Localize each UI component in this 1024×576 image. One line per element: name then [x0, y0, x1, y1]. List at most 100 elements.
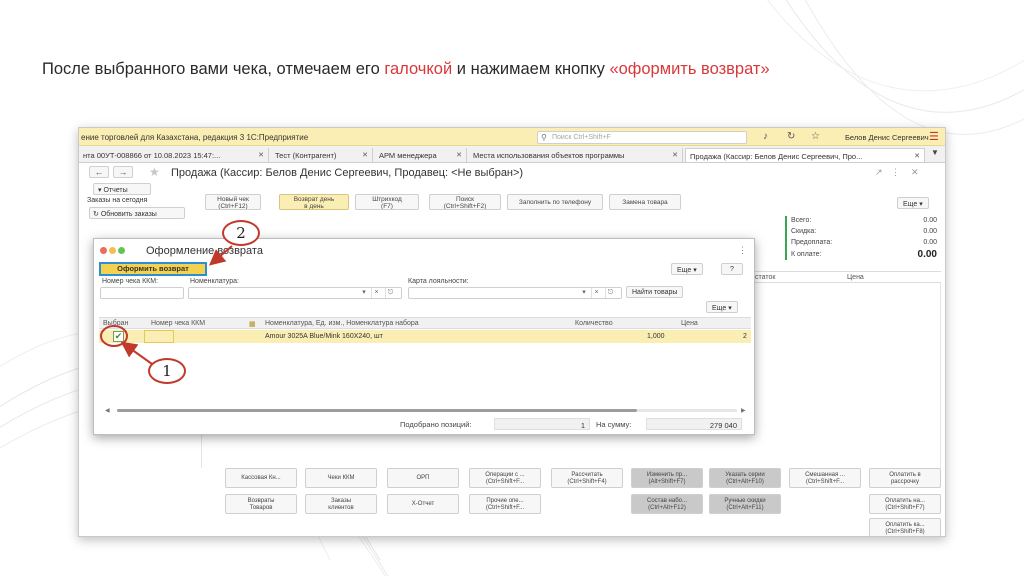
pay-card-button[interactable]: Оплатить ка... (Ctrl+Shift+F8)	[869, 518, 941, 536]
replace-goods-button[interactable]: Замена товара	[609, 194, 681, 210]
summary-accent-bar	[785, 216, 787, 260]
tab-manager-workplace[interactable]: АРМ менеджера ✕	[375, 148, 467, 162]
clear-icon[interactable]: ×	[591, 288, 601, 298]
favorite-star-icon[interactable]: ★	[149, 165, 160, 179]
change-price-button[interactable]: Изменить пр... (Alt+Shift+F7)	[631, 468, 703, 488]
return-dialog: Оформление возврата ⋮ Оформить возврат Е…	[93, 238, 755, 435]
button-line1: Состав набо...	[647, 498, 687, 504]
tab-sale[interactable]: Продажа (Кассир: Белов Денис Сергеевич, …	[685, 148, 925, 162]
button-line1: Чеки ККМ	[327, 475, 355, 481]
discount-label: Скидка:	[791, 228, 817, 235]
more-icon[interactable]: ⋮	[738, 245, 747, 256]
returns-table-header: Выбран Номер чека ККМ ▦ Номенклатура, Ед…	[99, 317, 751, 329]
forward-button[interactable]: →	[113, 166, 133, 178]
receipt-number-label: Номер чека ККМ:	[102, 278, 159, 285]
pay-installments-button[interactable]: Оплатить в рассрочку	[869, 468, 941, 488]
dropdown-icon[interactable]: ▾	[579, 288, 589, 298]
more-icon[interactable]: ⋮	[891, 167, 900, 178]
tab-label: Тест (Контрагент)	[275, 151, 337, 160]
close-dot-icon[interactable]	[100, 247, 107, 254]
instruction-part-2: и нажимаем кнопку	[452, 60, 610, 78]
more-button[interactable]: Еще ▾	[671, 263, 703, 275]
clear-icon[interactable]: ×	[371, 288, 381, 298]
loyalty-card-field[interactable]: ▾ × ⎋	[408, 287, 622, 299]
x-report-button[interactable]: Х-Отчет	[387, 494, 459, 514]
column-receipt-number: Номер чека ККМ	[151, 320, 206, 327]
tab-orders-today[interactable]: Заказы на сегодня	[87, 197, 147, 204]
current-user[interactable]: Белов Денис Сергеевич	[845, 133, 929, 142]
reports-button[interactable]: ▾ Отчеты	[93, 183, 151, 195]
scroll-thumb[interactable]	[117, 409, 637, 412]
process-return-button[interactable]: Оформить возврат	[99, 262, 207, 276]
search-button[interactable]: Поиск (Ctrl+Shift+F2)	[429, 194, 501, 210]
tab-receipt[interactable]: нта 00УТ-008866 от 10.08.2023 15:47:... ✕	[79, 148, 269, 162]
refresh-orders-button[interactable]: ↻ Обновить заказы	[89, 207, 185, 219]
column-selected: Выбран	[103, 320, 129, 327]
history-icon[interactable]: ↻	[787, 131, 795, 142]
more-button[interactable]: Еще ▾	[897, 197, 929, 209]
favorites-star-icon[interactable]: ☆	[811, 131, 820, 142]
button-line1: Смешанная ...	[805, 472, 845, 478]
main-menu-icon[interactable]: ☰	[929, 130, 939, 143]
barcode-button[interactable]: Штрихкод (F7)	[355, 194, 419, 210]
dropdown-icon[interactable]: ▾	[359, 288, 369, 298]
mixed-payment-button[interactable]: Смешанная ... (Ctrl+Shift+F...	[789, 468, 861, 488]
scroll-right-icon[interactable]: ▶	[741, 407, 746, 414]
scroll-left-icon[interactable]: ◀	[105, 407, 110, 414]
open-icon[interactable]: ⎋	[385, 288, 395, 298]
discount-row: Скидка: 0.00	[791, 227, 937, 238]
pay-cash-button[interactable]: Оплатить на... (Ctrl+Shift+F7)	[869, 494, 941, 514]
more-label: Еще	[712, 305, 727, 312]
more-button-2[interactable]: Еще ▾	[706, 301, 738, 313]
bell-icon[interactable]: ♪	[763, 131, 768, 142]
kkm-receipts-button[interactable]: Чеки ККМ	[305, 468, 377, 488]
maximize-dot-icon[interactable]	[118, 247, 125, 254]
close-icon[interactable]: ✕	[914, 152, 920, 160]
to-pay-value: 0.00	[917, 249, 937, 260]
nomenclature-field[interactable]: ▾ × ⎋	[188, 287, 402, 299]
specify-series-button[interactable]: Указать серии (Ctrl+Alt+F10)	[709, 468, 781, 488]
search-icon: ⚲	[541, 133, 547, 142]
nomenclature-label: Номенклатура:	[190, 278, 239, 285]
close-icon[interactable]: ✕	[258, 151, 264, 159]
row-selected-checkbox[interactable]: ✔	[113, 331, 124, 342]
operations-button[interactable]: Операции с ... (Ctrl+Shift+F...	[469, 468, 541, 488]
horizontal-scrollbar[interactable]: ◀ ▶	[99, 407, 751, 414]
other-operations-button[interactable]: Прочие опе... (Ctrl+Shift+F...	[469, 494, 541, 514]
column-nomenclature: Номенклатура, Ед. изм., Номенклатура наб…	[265, 320, 419, 327]
count-value: 1	[494, 418, 590, 430]
goods-returns-button[interactable]: Возвраты Товаров	[225, 494, 297, 514]
calculate-button[interactable]: Рассчитать (Ctrl+Shift+F4)	[551, 468, 623, 488]
tabs-dropdown-icon[interactable]: ▼	[931, 148, 939, 157]
tab-object-usage[interactable]: Места использования объектов программы ✕	[469, 148, 683, 162]
find-goods-button[interactable]: Найти товары	[626, 286, 684, 298]
return-day-button[interactable]: Возврат день в день	[279, 194, 349, 210]
button-line1: Х-Отчет	[411, 501, 435, 507]
fill-by-phone-button[interactable]: Заполнить по телефону	[507, 194, 603, 210]
close-icon[interactable]: ✕	[672, 151, 678, 159]
receipt-number-field[interactable]	[100, 287, 184, 299]
kit-composition-button[interactable]: Состав набо... (Ctrl+Alt+F12)	[631, 494, 703, 514]
close-icon[interactable]: ✕	[362, 151, 368, 159]
orp-button[interactable]: ОРП	[387, 468, 459, 488]
new-receipt-button[interactable]: Новый чек (Ctrl+F12)	[205, 194, 261, 210]
table-row[interactable]: ✔ Amour 3025A Blue/Mink 160X240, шт 1,00…	[99, 330, 751, 343]
link-icon[interactable]: ↗	[875, 167, 883, 178]
cash-book-button[interactable]: Кассовая Кн...	[225, 468, 297, 488]
back-button[interactable]: ←	[89, 166, 109, 178]
receipt-cell[interactable]	[144, 330, 174, 343]
minimize-dot-icon[interactable]	[109, 247, 116, 254]
search-input[interactable]: ⚲ Поиск Ctrl+Shift+F	[537, 131, 747, 144]
button-line1: Рассчитать	[571, 472, 603, 478]
refresh-label: Обновить заказы	[100, 211, 157, 218]
tab-counterparty[interactable]: Тест (Контрагент) ✕	[271, 148, 373, 162]
open-icon[interactable]: ⎋	[605, 288, 615, 298]
window-controls	[100, 247, 127, 256]
client-orders-button[interactable]: Заказы клиентов	[305, 494, 377, 514]
help-button[interactable]: ?	[721, 263, 743, 275]
manual-discounts-button[interactable]: Ручные скидки (Ctrl+Alt+F11)	[709, 494, 781, 514]
more-label: Еще	[903, 201, 918, 208]
close-icon[interactable]: ✕	[456, 151, 462, 159]
close-icon[interactable]: ✕	[911, 167, 919, 178]
button-line2: (F7)	[381, 203, 393, 210]
